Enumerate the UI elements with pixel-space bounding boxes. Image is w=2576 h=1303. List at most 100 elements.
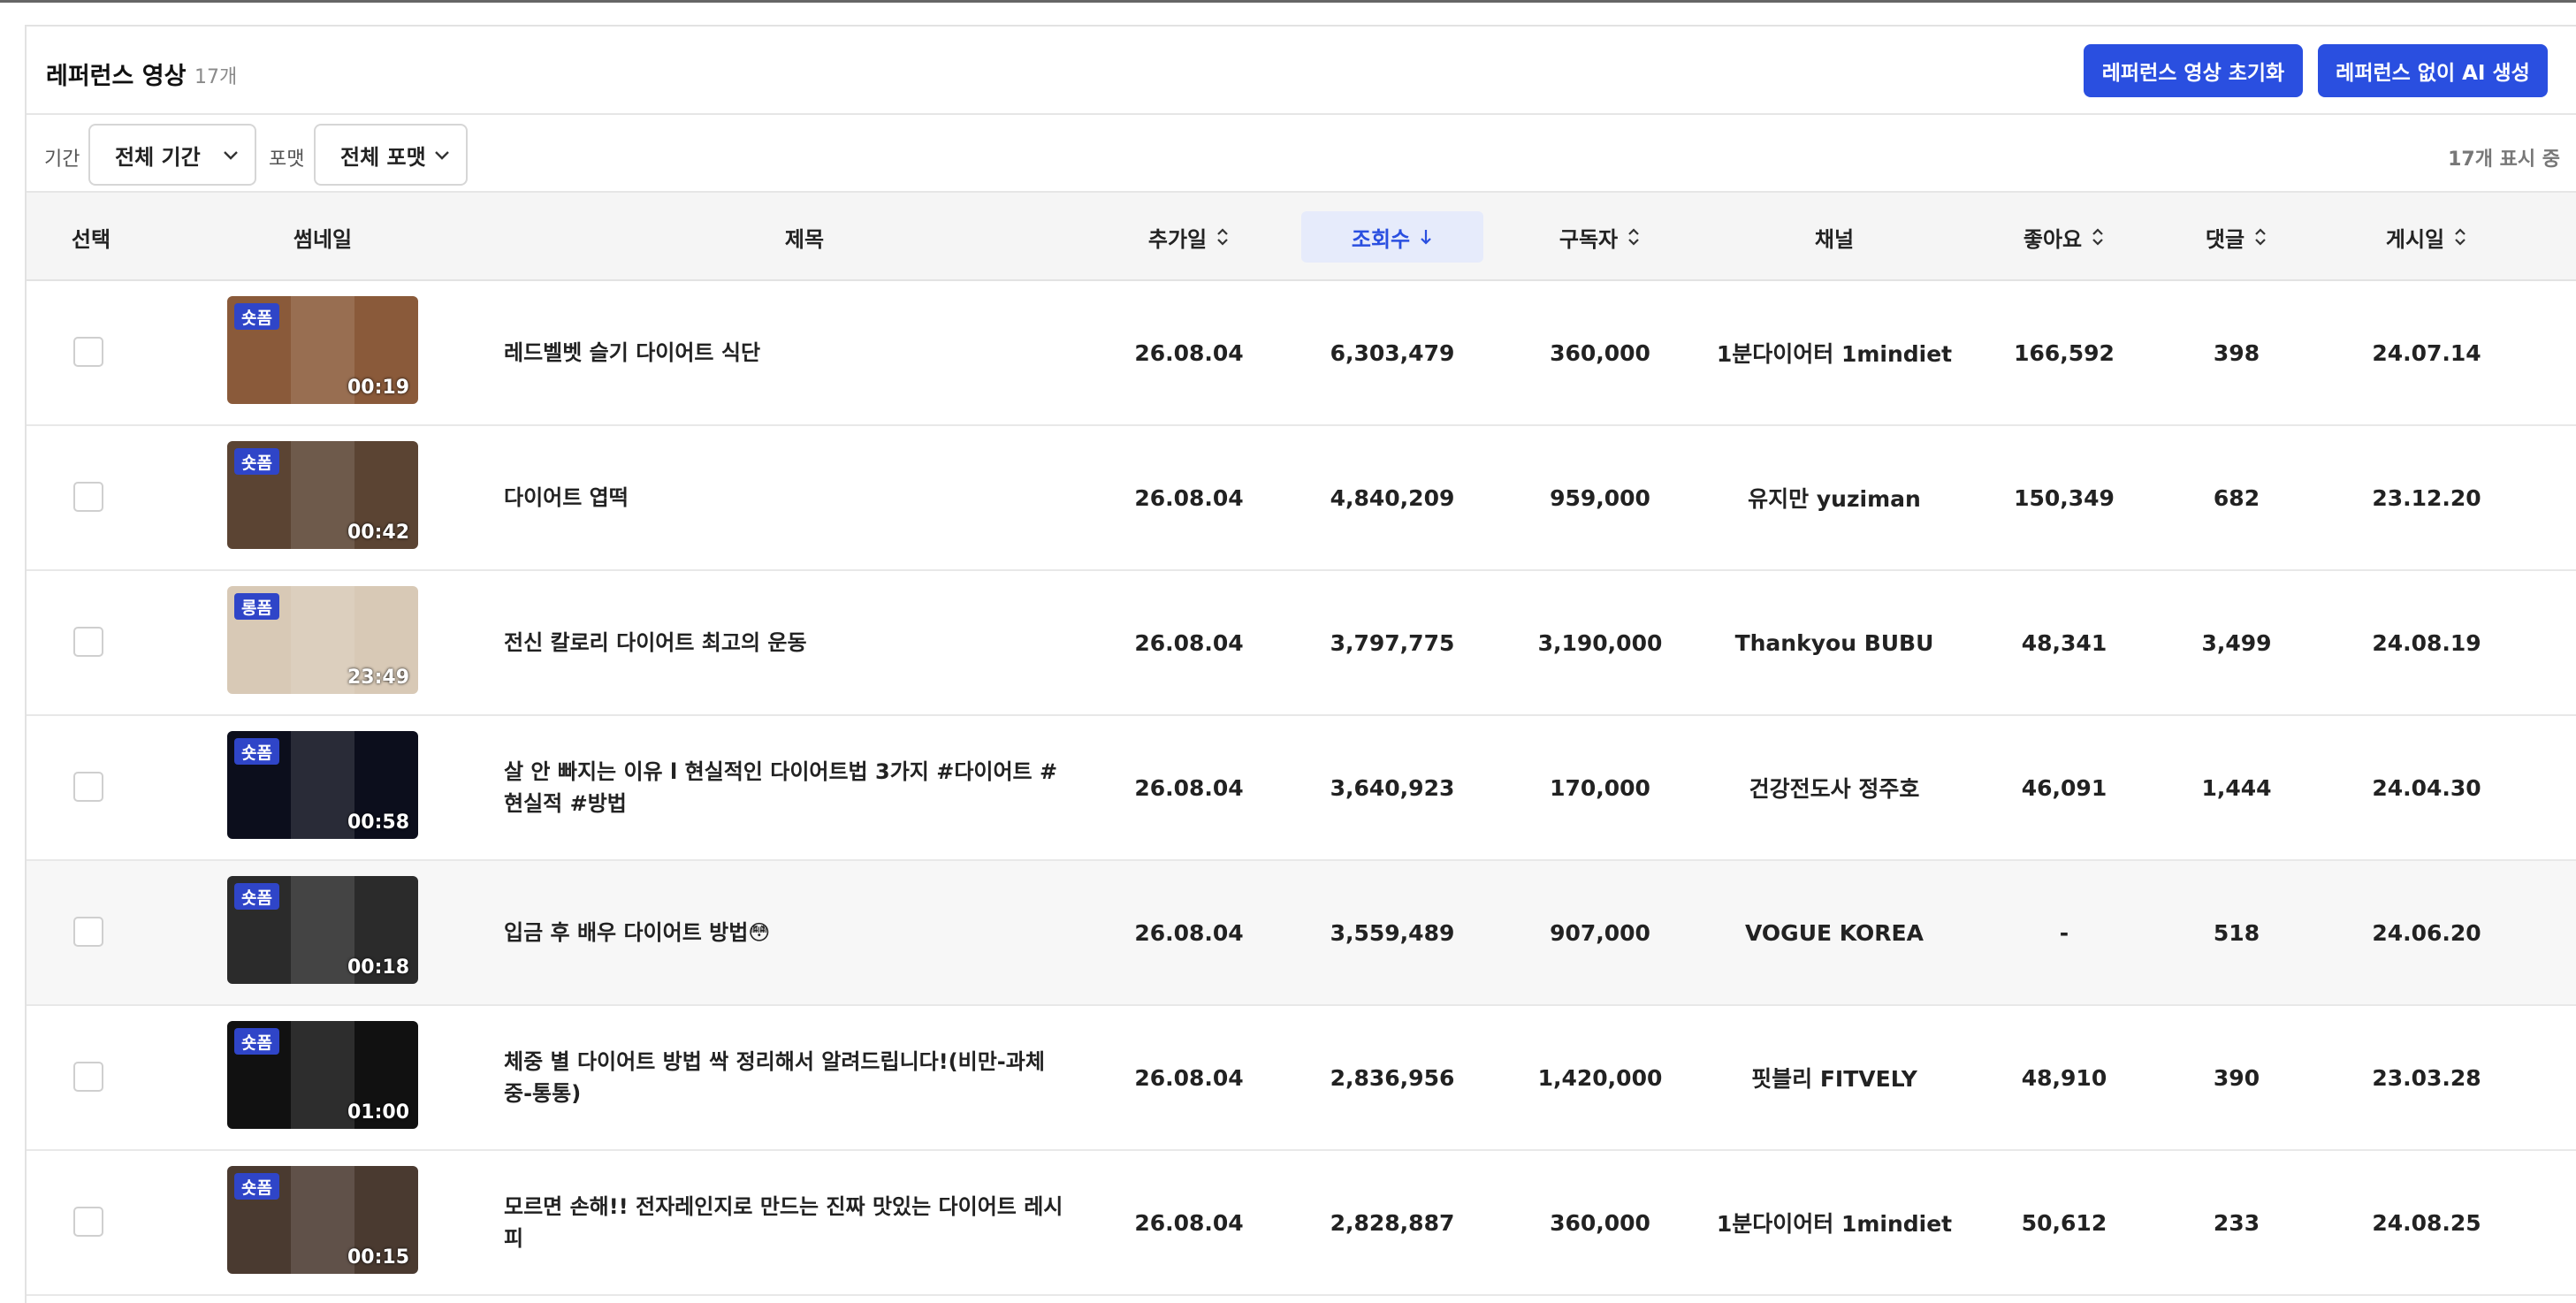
format-badge: 숏폼 [234, 1028, 279, 1055]
cell-published: 24.04.30 [2372, 774, 2481, 801]
video-title[interactable]: 체중 별 다이어트 방법 싹 정리해서 알려드립니다!(비만-과체중-통통) [504, 1006, 1070, 1149]
cell-subscribers: 360,000 [1550, 1209, 1650, 1236]
table-row[interactable]: 숏폼 00:19 레드벨벳 슬기 다이어트 식단 26.08.04 6,303,479 3… [27, 281, 2576, 426]
row-select-checkbox[interactable] [73, 337, 103, 367]
col-thumbnail: 썸네일 [293, 226, 353, 252]
cell-published: 23.03.28 [2372, 1064, 2481, 1091]
table-header: 선택 썸네일 제목 추가일 조회수 구독자 채널 좋아요 댓글 게시일 [27, 193, 2576, 281]
cell-likes: 166,592 [2014, 339, 2115, 366]
video-thumbnail[interactable]: 숏폼 00:58 [227, 731, 418, 839]
col-comments-label: 댓글 [2205, 226, 2245, 252]
cell-views: 3,640,923 [1330, 774, 1455, 801]
video-title[interactable]: 레드벨벳 슬기 다이어트 식단 [504, 281, 1070, 424]
cell-views: 2,836,956 [1330, 1064, 1455, 1091]
col-channel: 채널 [1814, 226, 1855, 252]
video-title[interactable]: 모르면 손해!! 전자레인지로 만드는 진짜 맛있는 다이어트 레시피 [504, 1151, 1070, 1294]
cell-views: 3,797,775 [1330, 629, 1455, 656]
table-row[interactable]: 숏폼 00:15 모르면 손해!! 전자레인지로 만드는 진짜 맛있는 다이어트 레… [27, 1151, 2576, 1296]
video-thumbnail[interactable]: 숏폼 01:00 [227, 1021, 418, 1129]
cell-comments: 390 [2213, 1064, 2260, 1091]
row-select-checkbox[interactable] [73, 917, 103, 947]
table-row[interactable]: 숏폼 00:58 살 안 빠지는 이유 l 현실적인 다이어트법 3가지 #다이어트… [27, 716, 2576, 861]
video-duration: 00:15 [347, 1246, 409, 1269]
cell-channel: Thankyou BUBU [1734, 629, 1934, 656]
cell-added: 26.08.04 [1134, 339, 1244, 366]
video-duration: 00:42 [347, 522, 409, 544]
row-select-checkbox[interactable] [73, 1062, 103, 1092]
cell-views: 6,303,479 [1330, 339, 1455, 366]
row-select-checkbox[interactable] [73, 772, 103, 802]
video-title[interactable]: 다이어트 엽떡 [504, 426, 1070, 569]
row-select-checkbox[interactable] [73, 1207, 103, 1237]
cell-published: 24.08.25 [2372, 1209, 2481, 1236]
video-title[interactable]: 살 안 빠지는 이유 l 현실적인 다이어트법 3가지 #다이어트 #현실적 #… [504, 716, 1070, 859]
col-likes-label: 좋아요 [2023, 226, 2083, 252]
cell-published: 24.06.20 [2372, 919, 2481, 946]
sort-updown-icon [2455, 228, 2465, 246]
video-title[interactable]: 전신 칼로리 다이어트 최고의 운동 [504, 571, 1070, 714]
cell-likes: 150,349 [2014, 484, 2115, 511]
video-duration: 00:58 [347, 812, 409, 834]
video-duration: 00:18 [347, 956, 409, 979]
format-select[interactable]: 전체 포맷 [314, 124, 468, 186]
video-thumbnail[interactable]: 숏폼 00:42 [227, 441, 418, 549]
table-row[interactable]: 롱폼 23:49 전신 칼로리 다이어트 최고의 운동 26.08.04 3,797,7… [27, 571, 2576, 716]
cell-subscribers: 907,000 [1550, 919, 1650, 946]
video-thumbnail[interactable]: 숏폼 00:15 [227, 1166, 418, 1274]
cell-views: 2,828,887 [1330, 1209, 1455, 1236]
cell-added: 26.08.04 [1134, 1064, 1244, 1091]
period-value: 전체 기간 [115, 144, 201, 170]
period-label: 기간 [44, 149, 80, 171]
col-added[interactable]: 추가일 [1105, 193, 1273, 281]
col-select: 선택 [71, 226, 111, 252]
sort-updown-icon [1217, 228, 1228, 246]
table-row[interactable]: 숏폼 01:00 체중 별 다이어트 방법 싹 정리해서 알려드립니다!(비만-과체… [27, 1006, 2576, 1151]
video-title[interactable]: 입금 후 배우 다이어트 방법😳 [504, 861, 1070, 1004]
cell-added: 26.08.04 [1134, 919, 1244, 946]
table-row[interactable]: 숏폼 00:18 입금 후 배우 다이어트 방법😳 26.08.04 3,559,489… [27, 861, 2576, 1006]
video-thumbnail[interactable]: 숏폼 00:19 [227, 296, 418, 404]
col-views[interactable]: 조회수 [1301, 211, 1483, 263]
video-count: 17개 [194, 66, 238, 88]
cell-comments: 518 [2213, 919, 2260, 946]
cell-views: 3,559,489 [1330, 919, 1455, 946]
format-value: 전체 포맷 [340, 144, 426, 170]
cell-added: 26.08.04 [1134, 1209, 1244, 1236]
format-badge: 숏폼 [234, 738, 279, 765]
col-comments[interactable]: 댓글 [2148, 193, 2325, 281]
cell-added: 26.08.04 [1134, 774, 1244, 801]
cell-comments: 398 [2213, 339, 2260, 366]
cell-comments: 233 [2213, 1209, 2260, 1236]
cell-published: 24.07.14 [2372, 339, 2481, 366]
cell-added: 26.08.04 [1134, 484, 1244, 511]
format-badge: 숏폼 [234, 303, 279, 330]
period-select[interactable]: 전체 기간 [88, 124, 256, 186]
cell-channel: 핏블리 FITVELY [1751, 1066, 1917, 1092]
col-likes[interactable]: 좋아요 [1980, 193, 2148, 281]
cell-channel: 1분다이어터 1mindiet [1716, 1211, 1953, 1237]
cell-channel: VOGUE KOREA [1745, 919, 1924, 946]
video-thumbnail[interactable]: 숏폼 00:18 [227, 876, 418, 984]
arrow-down-icon [1421, 230, 1431, 245]
cell-published: 23.12.20 [2372, 484, 2481, 511]
table-row[interactable]: 숏폼 00:42 다이어트 엽떡 26.08.04 4,840,209 959,000 유지… [27, 426, 2576, 571]
col-views-label: 조회수 [1351, 226, 1411, 252]
col-published-label: 게시일 [2385, 226, 2445, 252]
ai-generate-button[interactable]: 레퍼런스 없이 AI 생성 [2318, 44, 2548, 97]
cell-channel: 건강전도사 정주호 [1749, 776, 1920, 802]
panel-header: 레퍼런스 영상 17개 레퍼런스 영상 초기화 레퍼런스 없이 AI 생성 [27, 27, 2576, 115]
col-subscribers[interactable]: 구독자 [1512, 193, 1688, 281]
cell-comments: 3,499 [2201, 629, 2272, 656]
cell-likes: 48,341 [2021, 629, 2107, 656]
cell-likes: 46,091 [2021, 774, 2107, 801]
cell-comments: 682 [2213, 484, 2260, 511]
col-title: 제목 [784, 226, 825, 252]
cell-likes: - [2059, 919, 2069, 946]
col-published[interactable]: 게시일 [2325, 193, 2528, 281]
col-subscribers-label: 구독자 [1559, 226, 1619, 252]
reset-references-button[interactable]: 레퍼런스 영상 초기화 [2084, 44, 2303, 97]
video-thumbnail[interactable]: 롱폼 23:49 [227, 586, 418, 694]
panel-title: 레퍼런스 영상 [46, 63, 187, 90]
row-select-checkbox[interactable] [73, 482, 103, 512]
row-select-checkbox[interactable] [73, 627, 103, 657]
